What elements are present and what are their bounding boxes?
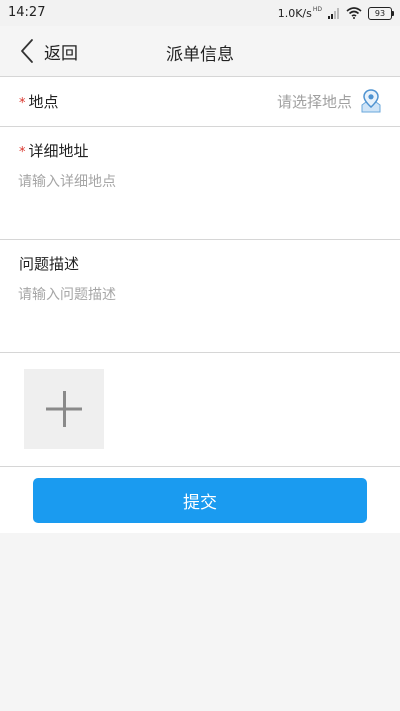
chevron-left-icon xyxy=(21,39,33,63)
submit-area: 提交 xyxy=(0,467,400,533)
back-label: 返回 xyxy=(44,43,78,64)
address-label: 详细地址 xyxy=(28,142,89,160)
problem-label: 问题描述 xyxy=(19,255,80,273)
wifi-icon xyxy=(346,7,362,19)
status-time: 14:27 xyxy=(8,5,46,20)
add-photo-button[interactable] xyxy=(24,369,104,449)
location-placeholder: 请选择地点 xyxy=(276,92,352,111)
address-label-group: * 详细地址 xyxy=(19,140,89,161)
submit-button[interactable]: 提交 xyxy=(33,478,367,523)
map-pin-icon xyxy=(361,89,381,113)
back-button[interactable]: 返回 xyxy=(20,36,78,66)
address-input[interactable] xyxy=(18,171,382,229)
location-label-group: * 地点 xyxy=(19,91,59,112)
network-tag: HD xyxy=(312,5,322,13)
location-row: * 地点 请选择地点 xyxy=(0,77,400,127)
signal-icon xyxy=(328,7,339,19)
address-row: * 详细地址 xyxy=(0,127,400,240)
problem-row: 问题描述 xyxy=(0,240,400,353)
screen: 14:27 1.0K/s HD 93 返回 派单信息 * 地点 请选择地点 * … xyxy=(0,0,400,711)
plus-icon xyxy=(46,391,82,427)
status-indicators: 1.0K/s HD 93 xyxy=(277,5,394,21)
required-mark: * xyxy=(19,145,26,160)
header: 返回 派单信息 xyxy=(0,26,400,77)
status-bar: 14:27 1.0K/s HD 93 xyxy=(0,0,400,26)
problem-input[interactable] xyxy=(18,284,382,342)
network-speed: 1.0K/s xyxy=(277,6,312,20)
dispatch-form: *地点 请选择地点 *详细地址 问题描述 xyxy=(0,77,400,533)
required-mark: * xyxy=(19,96,26,111)
battery-icon: 93 xyxy=(368,6,394,20)
location-picker[interactable]: 请选择地点 xyxy=(277,86,382,116)
location-label: 地点 xyxy=(28,93,59,111)
photo-upload-row xyxy=(0,353,400,467)
